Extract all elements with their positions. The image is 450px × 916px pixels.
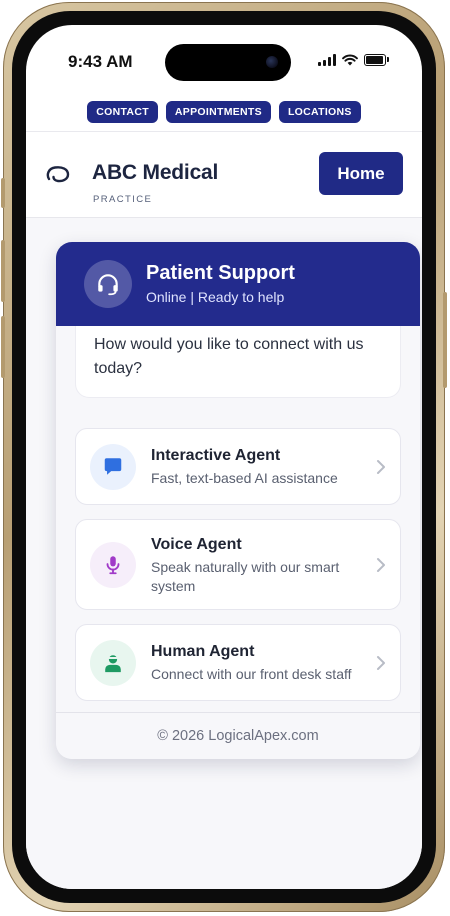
chat-widget: Patient Support Online | Ready to help H…	[56, 242, 420, 759]
status-bar: 9:43 AM	[26, 25, 422, 95]
option-description: Connect with our front desk staff	[151, 666, 352, 682]
support-avatar	[84, 260, 132, 308]
site-header: ABC Medical PRACTICE Home	[26, 132, 422, 218]
phone-frame: 9:43 AM CONTACT APPOINTMENTS LOCATIONS A…	[1, 2, 447, 912]
top-nav: CONTACT APPOINTMENTS LOCATIONS	[26, 101, 422, 123]
home-button[interactable]: Home	[319, 152, 403, 195]
option-icon-wrap	[90, 640, 136, 686]
chevron-right-icon	[377, 460, 385, 474]
status-icons	[318, 54, 389, 66]
nav-appointments-button[interactable]: APPOINTMENTS	[165, 101, 271, 123]
mute-switch	[1, 178, 5, 208]
option-title: Voice Agent	[151, 536, 242, 553]
option-description: Fast, text-based AI assistance	[151, 470, 338, 486]
chat-title: Patient Support	[146, 262, 295, 284]
phone-bezel: 9:43 AM CONTACT APPOINTMENTS LOCATIONS A…	[12, 11, 436, 903]
option-icon-wrap	[90, 444, 136, 490]
chat-status: Online | Ready to help	[146, 289, 285, 305]
chat-bubble-icon	[104, 458, 122, 475]
bot-message: How would you like to connect with us to…	[75, 326, 401, 398]
brand-name: ABC Medical	[92, 161, 219, 184]
volume-down-button	[1, 316, 5, 378]
nav-contact-button[interactable]: CONTACT	[87, 101, 158, 123]
chevron-right-icon	[377, 558, 385, 572]
camera-icon	[266, 56, 278, 68]
signal-icon	[318, 54, 336, 66]
volume-up-button	[1, 240, 5, 302]
brand-subtitle: PRACTICE	[93, 194, 153, 205]
person-icon	[105, 655, 121, 673]
option-voice-agent[interactable]: Voice Agent Speak naturally with our sma…	[75, 519, 401, 610]
microphone-icon	[106, 556, 120, 575]
option-icon-wrap	[90, 542, 136, 588]
wifi-icon	[342, 54, 358, 66]
chevron-right-icon	[377, 656, 385, 670]
option-description: Speak naturally with our smart system	[151, 559, 340, 594]
logo-icon	[46, 166, 70, 183]
battery-icon	[364, 54, 389, 66]
nav-locations-button[interactable]: LOCATIONS	[278, 101, 361, 123]
status-time: 9:43 AM	[68, 52, 133, 71]
headset-icon	[98, 274, 118, 296]
main-content: Patient Support Online | Ready to help H…	[26, 218, 422, 889]
screen: 9:43 AM CONTACT APPOINTMENTS LOCATIONS A…	[26, 25, 422, 889]
power-button	[443, 292, 447, 388]
option-title: Interactive Agent	[151, 447, 281, 464]
chat-footer: © 2026 LogicalApex.com	[56, 712, 420, 759]
option-human-agent[interactable]: Human Agent Connect with our front desk …	[75, 624, 401, 701]
dynamic-island	[165, 44, 291, 81]
option-interactive-agent[interactable]: Interactive Agent Fast, text-based AI as…	[75, 428, 401, 505]
chat-header: Patient Support Online | Ready to help	[56, 242, 420, 326]
option-title: Human Agent	[151, 643, 255, 660]
